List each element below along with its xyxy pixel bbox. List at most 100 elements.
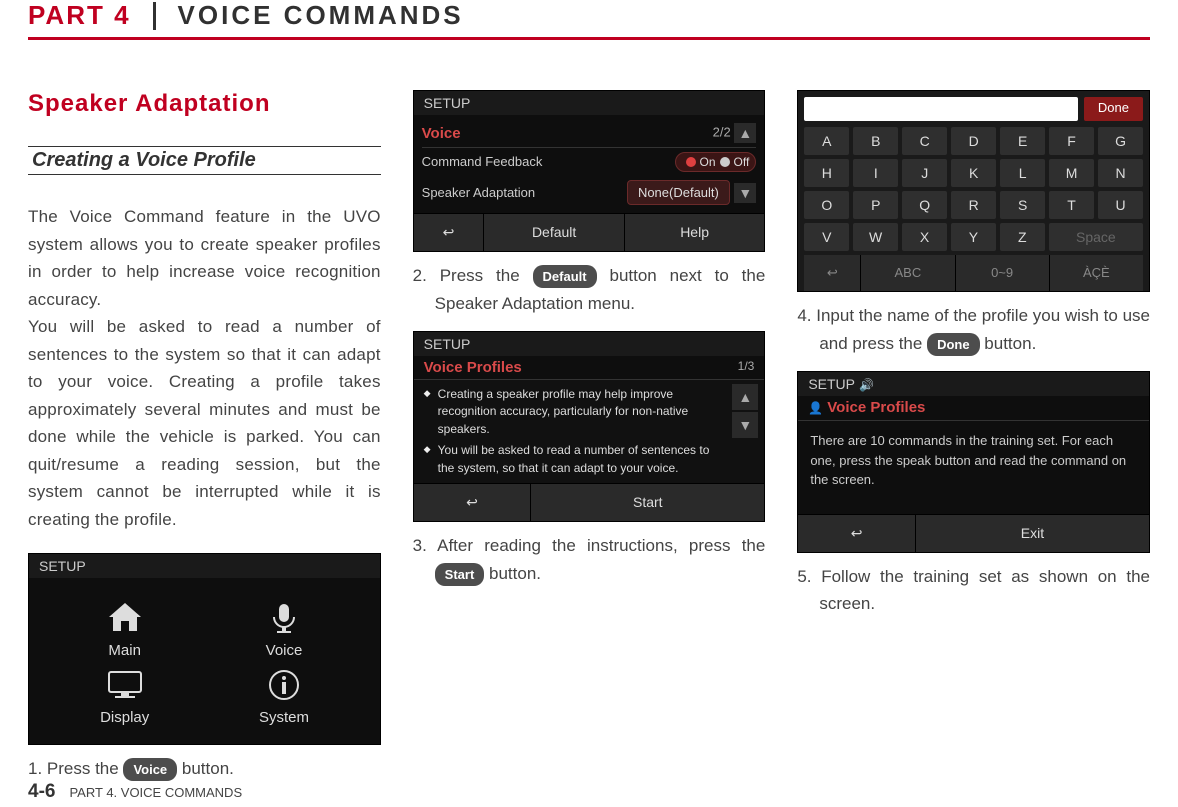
key: D — [951, 127, 996, 155]
step-text: button. — [484, 564, 541, 583]
training-text: There are 10 commands in the training se… — [798, 421, 1149, 514]
setup-item-voice: Voice — [214, 598, 353, 659]
part-label: PART 4 — [28, 0, 131, 31]
step-text: button. — [980, 334, 1037, 353]
default-button: Default — [484, 214, 624, 251]
ss-body: Voice 2/2 ▲ Command Feedback On Off Spea… — [414, 115, 765, 213]
step-text: 3. After reading the instructions, press… — [413, 536, 766, 555]
step-3: 3. After reading the instructions, press… — [413, 532, 766, 587]
ss-header: SETUP — [414, 332, 765, 356]
info-icon — [260, 665, 308, 705]
text-input-field — [804, 97, 1078, 121]
key: F — [1049, 127, 1094, 155]
scroll-arrows: ▲ ▼ — [732, 384, 758, 479]
screenshot-voice-profiles: SETUP Voice Profiles 1/3 Creating a spea… — [413, 331, 766, 522]
key: G — [1098, 127, 1143, 155]
ss-setup-header: SETUP — [29, 554, 380, 578]
ss-footer: ↩ Start — [414, 483, 765, 521]
none-default-box: None(Default) — [627, 180, 730, 205]
screenshot-training: SETUP Voice Profiles There are 10 comman… — [797, 371, 1150, 553]
footer-part: PART 4. VOICE COMMANDS — [69, 785, 242, 800]
setup-label: Voice — [266, 642, 303, 659]
space-key: Space — [1049, 223, 1143, 251]
abc-button: ABC — [861, 255, 955, 291]
screenshot-setup-menu: SETUP Main Voice — [28, 553, 381, 745]
bullet-2: You will be asked to read a number of se… — [424, 440, 727, 479]
ss-footer: ↩ Default Help — [414, 213, 765, 251]
ss-header: SETUP — [414, 91, 765, 115]
key: V — [804, 223, 849, 251]
toggle-dot-off — [720, 157, 730, 167]
keyboard-row-4: V W X Y Z Space — [804, 223, 1143, 251]
help-button: Help — [625, 214, 764, 251]
sym-button: ÀÇÈ — [1050, 255, 1143, 291]
row-label: Speaker Adaptation — [422, 185, 535, 201]
display-icon — [101, 665, 149, 705]
arrow-down-icon: ▼ — [732, 412, 758, 438]
key: A — [804, 127, 849, 155]
setup-label: System — [259, 709, 309, 726]
key: Y — [951, 223, 996, 251]
sub-title: Creating a Voice Profile — [28, 146, 381, 175]
column-2: SETUP Voice 2/2 ▲ Command Feedback On Of… — [413, 90, 766, 783]
arrow-up-icon: ▲ — [732, 384, 758, 410]
screenshot-keyboard: Done A B C D E F G H I J K L M N O — [797, 90, 1150, 292]
setup-label: Main — [108, 642, 141, 659]
num-button: 0~9 — [956, 255, 1050, 291]
row-label: Command Feedback — [422, 154, 543, 170]
key: S — [1000, 191, 1045, 219]
home-icon — [101, 598, 149, 638]
setup-item-system: System — [214, 665, 353, 726]
ss-title: SETUP — [424, 95, 471, 111]
key: C — [902, 127, 947, 155]
page-indicator: 1/3 — [738, 359, 755, 376]
key: L — [1000, 159, 1045, 187]
key: J — [902, 159, 947, 187]
section-title: Speaker Adaptation — [28, 90, 381, 118]
page-header: PART 4 VOICE COMMANDS — [28, 0, 1150, 31]
key: E — [1000, 127, 1045, 155]
keyboard-input-row: Done — [804, 97, 1143, 121]
ss-setup-title: SETUP — [39, 558, 86, 574]
key: X — [902, 223, 947, 251]
setup-grid: Main Voice Display — [29, 578, 380, 744]
default-pill: Default — [533, 265, 597, 288]
key: M — [1049, 159, 1094, 187]
exit-button: Exit — [916, 515, 1149, 552]
step-4: 4. Input the name of the profile you wis… — [797, 302, 1150, 357]
key: R — [951, 191, 996, 219]
page-indicator: 2/2 — [713, 124, 731, 139]
ss-body: Creating a speaker profile may help impr… — [414, 380, 765, 483]
toggle-on-off: On Off — [675, 152, 757, 172]
column-3: Done A B C D E F G H I J K L M N O — [797, 90, 1150, 783]
done-pill: Done — [927, 333, 980, 356]
step-text: button. — [177, 759, 234, 778]
on-label: On — [700, 155, 716, 169]
step-1: 1. Press the Voice button. — [28, 755, 381, 783]
key: I — [853, 159, 898, 187]
arrow-up-icon: ▲ — [734, 123, 756, 143]
keyboard-row-1: A B C D E F G — [804, 127, 1143, 155]
header-divider — [153, 2, 156, 30]
back-button: ↩ — [804, 255, 861, 291]
setup-item-main: Main — [55, 598, 194, 659]
voice-heading: Voice — [422, 125, 461, 142]
key: K — [951, 159, 996, 187]
keyboard-row-3: O P Q R S T U — [804, 191, 1143, 219]
header-underline — [28, 37, 1150, 40]
ss-title: SETUP — [424, 336, 471, 352]
step-text: 1. Press the — [28, 759, 123, 778]
key: B — [853, 127, 898, 155]
voice-profiles-heading: Voice Profiles — [424, 359, 522, 376]
step-5: 5. Follow the training set as shown on t… — [797, 563, 1150, 618]
voice-profiles-heading: Voice Profiles — [827, 399, 925, 416]
back-button: ↩ — [414, 484, 532, 521]
toggle-dot-on — [686, 157, 696, 167]
step-text: 2. Press the — [413, 266, 533, 285]
key: Z — [1000, 223, 1045, 251]
key: Q — [902, 191, 947, 219]
content-grid: Speaker Adaptation Creating a Voice Prof… — [28, 90, 1150, 783]
key: T — [1049, 191, 1094, 219]
keyboard-row-2: H I J K L M N — [804, 159, 1143, 187]
header-title: VOICE COMMANDS — [178, 0, 464, 31]
